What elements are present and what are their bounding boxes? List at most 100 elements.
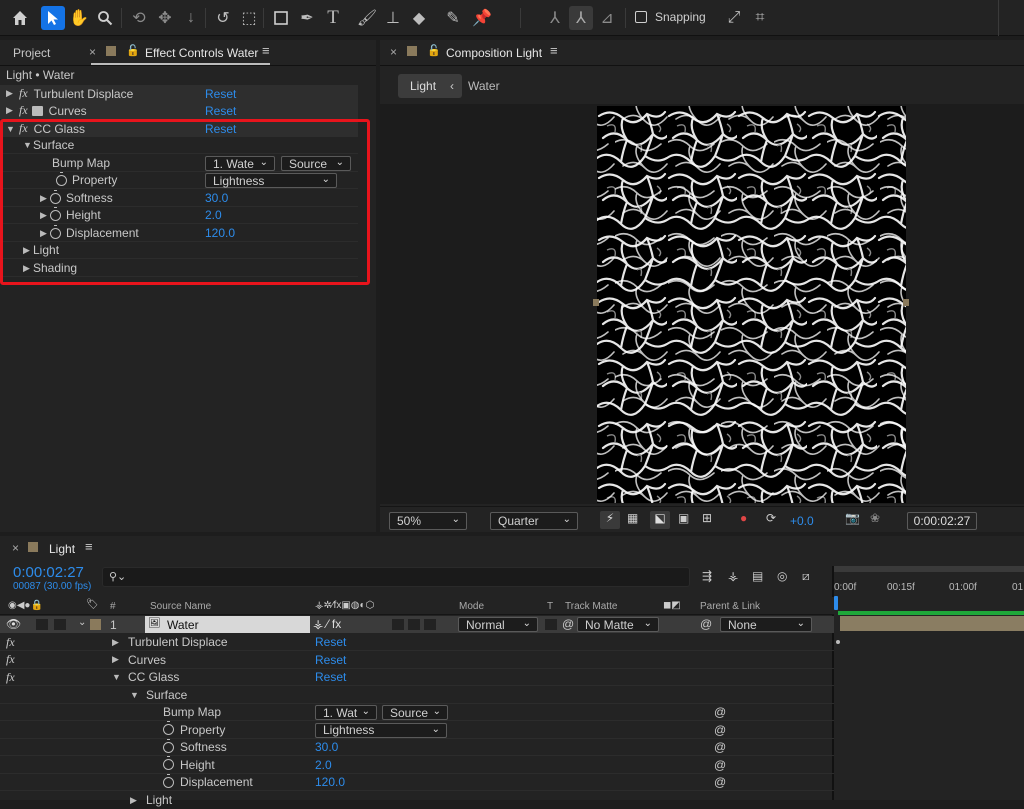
snapping-toggle[interactable]: Snapping	[635, 10, 706, 24]
zoom-tool-icon[interactable]	[93, 6, 117, 30]
fast-previews-icon[interactable]: ⚡	[600, 511, 620, 529]
draft-3d-icon[interactable]: ⚶	[728, 569, 738, 583]
expression-pickwhip-icon[interactable]: @	[714, 758, 726, 772]
reset-exposure-icon[interactable]: ⟳	[766, 511, 776, 525]
expand-arrow-icon[interactable]: ▶	[112, 637, 122, 648]
collapse-arrow-icon[interactable]: ▼	[130, 690, 140, 700]
rotate-tool-icon[interactable]: ↺	[211, 6, 235, 30]
tab-effect-controls[interactable]: Effect Controls Water	[145, 46, 258, 60]
reset-link[interactable]: Reset	[205, 104, 236, 118]
switch-box[interactable]	[408, 619, 420, 630]
tl-light-group[interactable]: ▶ Light	[0, 792, 834, 809]
transparency-grid-icon[interactable]: ▦	[627, 511, 638, 525]
world-axis-icon[interactable]: ⅄	[569, 6, 593, 30]
expression-pickwhip-icon[interactable]: @	[714, 705, 726, 719]
timeline-timecode[interactable]: 0:00:02:27	[13, 564, 84, 581]
blend-mode-dropdown[interactable]: Normal ⌄	[458, 617, 538, 632]
pan-behind-icon[interactable]: ⬚	[237, 6, 261, 30]
rectangle-tool-icon[interactable]	[269, 6, 293, 30]
close-icon[interactable]: ×	[390, 45, 397, 59]
local-axis-icon[interactable]: ⅄	[543, 6, 567, 30]
audio-toggle[interactable]	[36, 619, 48, 630]
collapse-arrow-icon[interactable]: ▼	[112, 672, 122, 682]
parent-dropdown[interactable]: None ⌄	[720, 617, 812, 632]
frame-blending-icon[interactable]: ◎	[777, 569, 787, 583]
track-matte-dropdown[interactable]: No Matte ⌄	[577, 617, 659, 632]
dolly-camera-icon[interactable]: ↓	[179, 6, 203, 30]
stopwatch-icon[interactable]	[163, 721, 174, 735]
height-value[interactable]: 2.0	[315, 758, 332, 772]
softness-value[interactable]: 30.0	[315, 740, 338, 754]
expand-arrow-icon[interactable]: ▶	[112, 654, 122, 665]
stopwatch-icon[interactable]	[163, 756, 174, 770]
collapse-arrow-icon[interactable]: ⌄	[78, 617, 86, 628]
reset-link[interactable]: Reset	[315, 670, 346, 684]
col-source-name[interactable]: Source Name	[150, 601, 211, 612]
region-of-interest-icon[interactable]: ▣	[678, 511, 689, 525]
comp-canvas[interactable]	[597, 106, 906, 503]
hand-tool-icon[interactable]: ✋	[67, 6, 91, 30]
expand-arrow-icon[interactable]: ▶	[6, 88, 16, 99]
pan-camera-icon[interactable]: ✥	[153, 6, 177, 30]
view-axis-icon[interactable]: ⊿	[595, 6, 619, 30]
tl-property-dropdown[interactable]: Lightness ⌄	[315, 722, 447, 738]
tl-effect-curves[interactable]: fx ▶ Curves Reset	[0, 652, 834, 669]
layer-search-input[interactable]: ⚲⌄	[102, 567, 690, 587]
lock-toggle[interactable]	[54, 619, 66, 630]
switch-box[interactable]	[392, 619, 404, 630]
tab-project[interactable]: Project	[13, 46, 50, 60]
zoom-dropdown[interactable]: 50% ⌄	[389, 512, 467, 530]
snapshot-camera-icon[interactable]: 📷	[845, 511, 860, 525]
tab-timeline-light[interactable]: Light	[49, 542, 75, 556]
expression-pickwhip-icon[interactable]: @	[714, 740, 726, 754]
fx-icon[interactable]: fx	[19, 86, 28, 101]
layer-duration-bar[interactable]	[840, 616, 1024, 631]
tl-effect-cc-glass[interactable]: fx ▼ CC Glass Reset	[0, 669, 834, 686]
tl-surface-group[interactable]: ▼ Surface	[0, 687, 834, 704]
home-icon[interactable]	[8, 6, 32, 30]
switch-box[interactable]	[424, 619, 436, 630]
shy-layers-icon[interactable]: ▤	[752, 569, 763, 583]
resolution-dropdown[interactable]: Quarter ⌄	[490, 512, 578, 530]
keyframe-dot[interactable]	[836, 640, 840, 644]
stopwatch-icon[interactable]	[163, 773, 174, 788]
puppet-pin-icon[interactable]: 📌	[470, 6, 494, 30]
comp-mini-flowchart-icon[interactable]: ⇶	[702, 569, 712, 583]
comp-breadcrumb-light[interactable]: Light ‹	[398, 74, 463, 98]
snap-edge-icon[interactable]: ⤢	[722, 6, 746, 30]
snapping-checkbox[interactable]	[635, 11, 647, 23]
reset-link[interactable]: Reset	[205, 87, 236, 101]
tl-bump-map-source-dropdown[interactable]: Source ⌄	[382, 705, 448, 720]
layer-switch-icons[interactable]: ⚶ ⁄ fx	[313, 617, 341, 631]
layer-row-water[interactable]: 👁 ⌄ 1 🖼 Water ⚶ ⁄ fx Normal ⌄ @ No Matte ⌄…	[0, 616, 834, 633]
graph-editor-icon[interactable]: ⧄	[802, 569, 810, 584]
expression-pickwhip-icon[interactable]: @	[714, 723, 726, 737]
snap-feature-icon[interactable]: ⌗	[748, 6, 772, 30]
comp-timecode[interactable]: 0:00:02:27	[907, 512, 977, 530]
grid-guides-icon[interactable]: ⊞	[702, 511, 712, 525]
tl-effect-turbulent-displace[interactable]: fx ▶ Turbulent Displace Reset	[0, 634, 834, 651]
orbit-camera-icon[interactable]: ⟲	[127, 6, 151, 30]
type-tool-icon[interactable]: T	[321, 6, 345, 30]
stopwatch-icon[interactable]	[163, 738, 174, 753]
preserve-transparency-toggle[interactable]	[545, 619, 557, 630]
lock-icon[interactable]: 🔓	[427, 44, 441, 57]
eraser-icon[interactable]: ◆	[407, 6, 431, 30]
work-area-bar[interactable]	[834, 566, 1024, 572]
reset-link[interactable]: Reset	[315, 653, 346, 667]
current-time-indicator[interactable]	[834, 596, 838, 610]
tab-composition[interactable]: Composition Light	[446, 46, 542, 60]
expand-arrow-icon[interactable]: ▶	[6, 105, 16, 116]
pickwhip-icon[interactable]: @	[562, 617, 574, 631]
expand-arrow-icon[interactable]: ▶	[130, 795, 140, 806]
effect-row-turbulent-displace[interactable]: ▶ fx Turbulent Displace Reset	[0, 85, 358, 102]
panel-menu-icon[interactable]: ≡	[262, 43, 270, 58]
displacement-value[interactable]: 120.0	[315, 775, 345, 789]
fx-icon[interactable]: fx	[6, 670, 15, 685]
reset-link[interactable]: Reset	[315, 635, 346, 649]
clone-stamp-icon[interactable]: ⊥	[381, 6, 405, 30]
fx-icon[interactable]: fx	[19, 103, 28, 118]
layer-handle-left[interactable]	[593, 299, 599, 306]
parent-pickwhip-icon[interactable]: @	[700, 617, 712, 631]
selection-tool-icon[interactable]	[41, 6, 65, 30]
